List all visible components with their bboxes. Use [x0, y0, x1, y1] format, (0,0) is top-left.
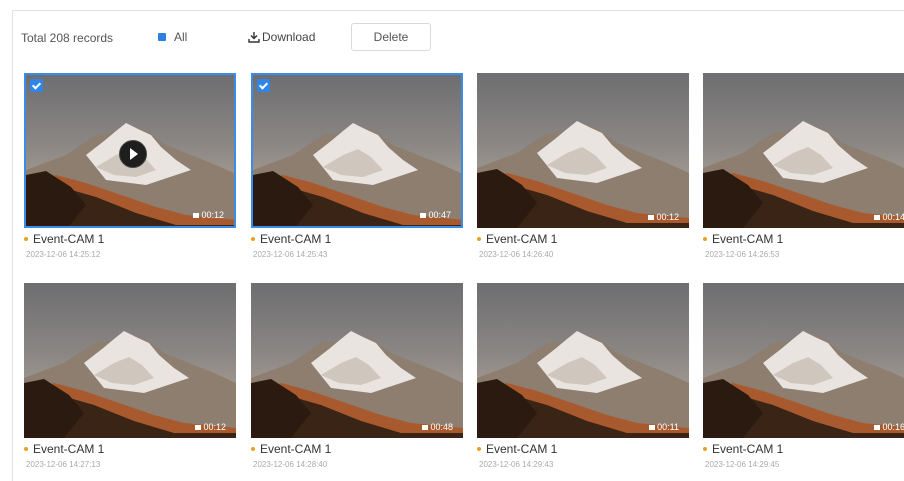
record-timestamp: 2023-12-06 14:26:53: [705, 250, 780, 259]
duration-badge: 00:12: [195, 422, 226, 432]
record-card[interactable]: 00:14 Event-CAM 1 2023-12-06 14:26:53: [703, 73, 904, 259]
record-card[interactable]: 00:11 Event-CAM 1 2023-12-06 14:29:43: [477, 283, 689, 469]
record-thumbnail[interactable]: 00:12: [477, 73, 689, 228]
download-icon: [248, 32, 260, 43]
record-timestamp: 2023-12-06 14:25:12: [26, 250, 101, 259]
record-card[interactable]: 00:48 Event-CAM 1 2023-12-06 14:28:40: [251, 283, 463, 469]
video-camera-icon: [874, 214, 881, 220]
record-card[interactable]: 00:47 Event-CAM 1 2023-12-06 14:25:43: [251, 73, 463, 259]
duration-text: 00:12: [201, 210, 224, 220]
duration-text: 00:12: [203, 422, 226, 432]
duration-badge: 00:47: [420, 210, 451, 220]
duration-text: 00:47: [428, 210, 451, 220]
mountain-snapshot-image: [477, 331, 689, 438]
total-records-text: Total 208 records: [21, 31, 114, 45]
download-button[interactable]: Download: [248, 30, 315, 44]
select-all-checkbox[interactable]: All: [158, 30, 187, 44]
record-title: Event-CAM 1: [477, 442, 689, 456]
video-camera-icon: [648, 214, 655, 220]
duration-text: 00:12: [656, 212, 679, 222]
record-timestamp: 2023-12-06 14:29:45: [705, 460, 780, 469]
record-title-text: Event-CAM 1: [33, 232, 105, 246]
record-thumbnail[interactable]: 00:11: [477, 283, 689, 438]
mountain-snapshot-image: [253, 123, 461, 226]
event-dot-icon: [703, 237, 707, 241]
video-camera-icon: [422, 424, 429, 430]
duration-text: 00:16: [882, 422, 904, 432]
duration-badge: 00:12: [193, 210, 224, 220]
checkbox-checked-icon[interactable]: [257, 79, 270, 92]
record-card[interactable]: 00:16 Event-CAM 1 2023-12-06 14:29:45: [703, 283, 904, 469]
mountain-snapshot-image: [251, 331, 463, 438]
record-title-text: Event-CAM 1: [712, 232, 784, 246]
event-dot-icon: [703, 447, 707, 451]
event-dot-icon: [24, 237, 28, 241]
checkbox-checked-icon: [158, 33, 166, 41]
select-all-label: All: [174, 30, 188, 44]
duration-badge: 00:48: [422, 422, 453, 432]
duration-badge: 00:12: [648, 212, 679, 222]
event-dot-icon: [24, 447, 28, 451]
play-icon[interactable]: [119, 140, 147, 168]
video-camera-icon: [420, 212, 427, 218]
record-title: Event-CAM 1: [251, 442, 463, 456]
mountain-snapshot-image: [24, 331, 236, 438]
record-title: Event-CAM 1: [477, 232, 689, 246]
record-title: Event-CAM 1: [24, 442, 236, 456]
mountain-snapshot-image: [703, 331, 904, 438]
record-thumbnail[interactable]: 00:12: [24, 283, 236, 438]
download-label: Download: [262, 30, 316, 44]
duration-badge: 00:16: [874, 422, 904, 432]
duration-badge: 00:14: [874, 212, 904, 222]
duration-text: 00:48: [430, 422, 453, 432]
record-card[interactable]: 00:12 Event-CAM 1 2023-12-06 14:25:12: [24, 73, 236, 259]
record-title: Event-CAM 1: [703, 442, 904, 456]
record-timestamp: 2023-12-06 14:27:13: [26, 460, 101, 469]
record-timestamp: 2023-12-06 14:26:40: [479, 250, 554, 259]
record-thumbnail[interactable]: 00:48: [251, 283, 463, 438]
record-timestamp: 2023-12-06 14:29:43: [479, 460, 554, 469]
video-camera-icon: [193, 212, 200, 218]
event-dot-icon: [251, 237, 255, 241]
record-thumbnail[interactable]: 00:47: [251, 73, 463, 228]
record-title-text: Event-CAM 1: [486, 232, 558, 246]
record-card[interactable]: 00:12 Event-CAM 1 2023-12-06 14:26:40: [477, 73, 689, 259]
toolbar: Total 208 records All Download Delete: [13, 11, 904, 63]
record-title-text: Event-CAM 1: [33, 442, 105, 456]
record-timestamp: 2023-12-06 14:28:40: [253, 460, 328, 469]
records-panel: Total 208 records All Download Delete 00…: [12, 10, 904, 481]
record-title-text: Event-CAM 1: [712, 442, 784, 456]
mountain-snapshot-image: [703, 121, 904, 228]
record-thumbnail[interactable]: 00:14: [703, 73, 904, 228]
record-timestamp: 2023-12-06 14:25:43: [253, 250, 328, 259]
video-camera-icon: [649, 424, 656, 430]
duration-badge: 00:11: [649, 422, 679, 432]
event-dot-icon: [477, 447, 481, 451]
delete-button[interactable]: Delete: [351, 23, 431, 51]
record-title-text: Event-CAM 1: [486, 442, 558, 456]
duration-text: 00:14: [882, 212, 904, 222]
record-card[interactable]: 00:12 Event-CAM 1 2023-12-06 14:27:13: [24, 283, 236, 469]
record-thumbnail[interactable]: 00:16: [703, 283, 904, 438]
event-dot-icon: [251, 447, 255, 451]
record-title-text: Event-CAM 1: [260, 232, 332, 246]
record-title: Event-CAM 1: [703, 232, 904, 246]
checkbox-checked-icon[interactable]: [30, 79, 43, 92]
video-camera-icon: [195, 424, 202, 430]
event-dot-icon: [477, 237, 481, 241]
duration-text: 00:11: [657, 422, 679, 432]
mountain-snapshot-image: [477, 121, 689, 228]
record-title: Event-CAM 1: [251, 232, 463, 246]
record-title-text: Event-CAM 1: [260, 442, 332, 456]
record-title: Event-CAM 1: [24, 232, 236, 246]
video-camera-icon: [874, 424, 881, 430]
record-thumbnail[interactable]: 00:12: [24, 73, 236, 228]
